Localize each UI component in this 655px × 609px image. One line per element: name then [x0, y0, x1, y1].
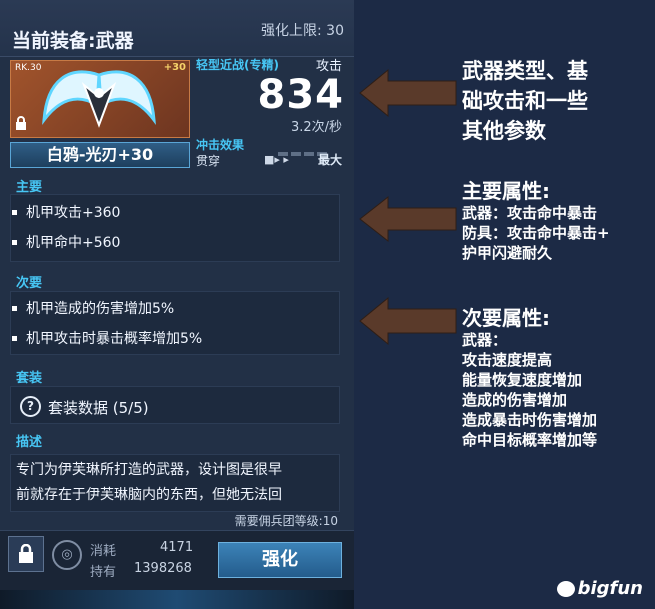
attack-value: 834 [257, 72, 344, 118]
paw-icon [556, 581, 575, 597]
annotation-line: 护甲闪避耐久 [462, 244, 553, 262]
own-value: 1398268 [134, 561, 192, 576]
annotation-secondary: 武器： 攻击速度提高 能量恢复速度增加 造成的伤害增加 造成暴击时伤害增加 命中… [462, 330, 597, 450]
annotation-primary: 武器：攻击命中暴击 防具：攻击命中暴击+ 护甲闪避耐久 [462, 203, 610, 263]
enhance-level: +30 [163, 62, 186, 73]
annotation-line: 防具：攻击命中暴击+ [462, 224, 610, 242]
consume-label: 消耗 [90, 544, 117, 559]
primary-item: 机甲攻击+360 [26, 205, 121, 221]
set-text: 套装数据 (5/5) [48, 399, 149, 417]
annotation-primary-title: 主要属性: [462, 179, 550, 203]
annotation-line: 造成暴击时伤害增加 [462, 411, 598, 429]
set-title: 套装 [16, 371, 43, 386]
rank-label: RK.30 [15, 63, 42, 73]
weapon-image[interactable]: RK.30 +30 [10, 60, 190, 138]
primary-title: 主要 [16, 180, 43, 195]
annotation-line: 其他参数 [462, 119, 546, 143]
weapon-name: 白鸦-光刃+30 [10, 142, 190, 168]
lock-icon [15, 116, 27, 134]
required-level: 需要佣兵团等级:10 [234, 514, 338, 528]
own-label: 持有 [90, 565, 117, 580]
description-text: 专门为伊芙琳所打造的武器，设计图是很早 前就存在于伊芙琳脑内的东西，但她无法回 [16, 458, 334, 508]
bullet [12, 210, 17, 215]
primary-item: 机甲命中+560 [26, 235, 121, 251]
arrow-left-icon [359, 68, 457, 118]
weapon-type: 轻型近战(专精) [196, 58, 279, 72]
annotation-secondary-title: 次要属性: [462, 306, 550, 330]
impact-label: 冲击效果 [196, 138, 245, 152]
annotation-line: 武器： [462, 331, 508, 349]
enhance-button[interactable]: 强化 [218, 542, 342, 578]
consume-value: 4171 [160, 540, 194, 555]
logo-text: bigfun [577, 578, 643, 599]
pierce-label: 贯穿 [196, 154, 221, 168]
lock-button[interactable] [8, 536, 44, 572]
arrow-left-icon [359, 195, 457, 243]
help-icon[interactable]: ? [20, 396, 41, 417]
secondary-item: 机甲造成的伤害增加5% [26, 301, 175, 317]
panel-header: 当前装备:武器 强化上限: 30 [0, 0, 354, 57]
description-line: 前就存在于伊芙琳脑内的东西，但她无法回 [16, 487, 282, 503]
bullet [12, 306, 17, 311]
weapon-art [42, 70, 156, 128]
bullet [12, 240, 17, 245]
annotation-line: 武器：攻击命中暴击 [462, 204, 598, 222]
arrow-left-icon [359, 296, 457, 346]
annotation-line: 武器类型、基 [462, 59, 588, 83]
panel-title: 当前装备:武器 [12, 30, 134, 52]
annotation-first: 武器类型、基 础攻击和一些 其他参数 [462, 56, 588, 146]
coin-icon: ◎ [52, 540, 82, 570]
secondary-title: 次要 [16, 276, 43, 291]
pierce-arrow-icon: ■▸ ▸ [264, 153, 289, 166]
annotation-line: 能量恢复速度增加 [462, 371, 583, 389]
enhance-limit: 强化上限: 30 [261, 23, 344, 39]
attack-speed: 3.2次/秒 [290, 120, 342, 135]
annotation-line: 攻击速度提高 [462, 351, 553, 369]
bullet [12, 336, 17, 341]
equipment-panel: 当前装备:武器 强化上限: 30 RK.30 +30 白鸦-光刃+30 轻型近战… [0, 0, 354, 609]
annotation-line: 命中目标概率增加等 [462, 431, 598, 449]
secondary-item: 机甲攻击时暴击概率增加5% [26, 331, 203, 347]
bottom-strip [0, 590, 354, 609]
lock-icon [19, 543, 33, 563]
annotation-line: 础攻击和一些 [462, 89, 588, 113]
description-line: 专门为伊芙琳所打造的武器，设计图是很早 [16, 462, 282, 478]
description-title: 描述 [16, 435, 43, 450]
pierce-level: 最大 [317, 153, 342, 167]
annotation-line: 造成的伤害增加 [462, 391, 568, 409]
bigfun-logo: bigfun [556, 578, 643, 599]
